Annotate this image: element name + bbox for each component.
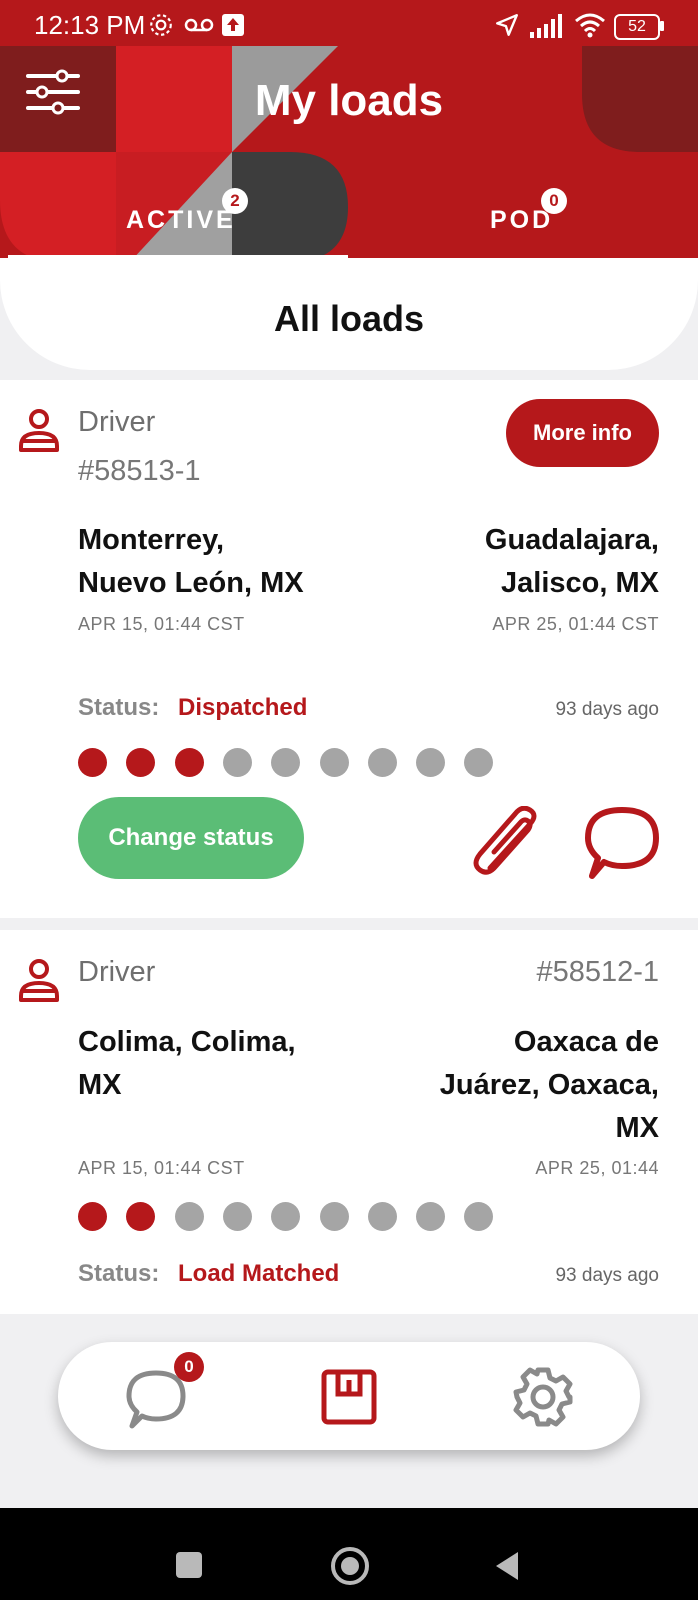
load-id: #58513-1 [78, 455, 201, 487]
progress-dot [367, 748, 397, 777]
status-label: Status: [78, 694, 160, 721]
back-button[interactable] [492, 1550, 522, 1582]
change-status-button[interactable]: Change status [78, 797, 304, 879]
progress-dot [126, 1202, 156, 1231]
nav-loads-icon[interactable] [320, 1368, 378, 1426]
driver-label: Driver [78, 956, 156, 988]
home-button-inner [341, 1557, 359, 1575]
destination-city: Guadalajara, Jalisco, MX [485, 519, 659, 605]
status-label: Status: [78, 1260, 160, 1287]
driver-icon [19, 959, 59, 1002]
progress-dots [78, 1202, 518, 1232]
destination-city: Oaxaca de Juárez, Oaxaca, MX [440, 1021, 659, 1150]
progress-dot [416, 748, 446, 777]
signal-icon [530, 14, 562, 38]
battery-tip [660, 21, 664, 31]
destination-line-3: MX [615, 1112, 660, 1144]
battery-indicator: 52 [614, 14, 660, 40]
tab-active-count: 2 [222, 188, 248, 214]
progress-dot [319, 1202, 349, 1231]
section-title: All loads [273, 298, 425, 339]
status-bar: 12:13 PM 52 [0, 0, 698, 50]
origin-line-2: Nuevo León, MX [78, 567, 304, 599]
progress-dot [126, 748, 156, 777]
recents-button[interactable] [176, 1552, 202, 1578]
attachment-icon[interactable] [470, 806, 550, 878]
system-nav-bar [0, 1508, 698, 1600]
wifi-icon [575, 13, 605, 38]
driver-icon [19, 409, 59, 452]
load-age: 93 days ago [555, 699, 659, 720]
destination-date: APR 25, 01:44 [535, 1158, 659, 1178]
progress-dot [222, 748, 252, 777]
page-title: My loads [254, 76, 444, 125]
origin-city: Monterrey, Nuevo León, MX [78, 519, 304, 605]
status-value: Dispatched [178, 694, 308, 721]
progress-dot [367, 1202, 397, 1231]
destination-line-1: Oaxaca de [513, 1026, 659, 1058]
header: 12:13 PM 52 My loads ACTIVE 2 POD 0 [0, 0, 698, 262]
nav-settings-icon[interactable] [512, 1366, 574, 1428]
origin-date: APR 15, 01:44 CST [78, 614, 245, 634]
destination-line-1: Guadalajara, [484, 524, 659, 556]
progress-dot [78, 748, 107, 777]
tab-active-label: ACTIVE [126, 206, 236, 234]
progress-dot [174, 748, 204, 777]
progress-dot [222, 1202, 252, 1231]
status-value: Load Matched [178, 1260, 340, 1287]
voicemail-icon [184, 18, 214, 32]
load-age: 93 days ago [555, 1265, 659, 1286]
progress-dot [271, 748, 301, 777]
tab-active[interactable]: ACTIVE [8, 196, 348, 256]
progress-dot [464, 1202, 494, 1231]
progress-dot [464, 748, 494, 777]
destination-line-2: Jalisco, MX [501, 567, 659, 599]
driver-label: Driver [78, 406, 156, 438]
progress-dot [78, 1202, 107, 1231]
tab-pod-count: 0 [541, 188, 567, 214]
chat-count-badge: 0 [174, 1352, 204, 1382]
progress-dot [271, 1202, 301, 1231]
status-time: 12:13 PM [34, 10, 146, 40]
location-icon [496, 14, 518, 36]
origin-line-1: Monterrey, [78, 524, 225, 556]
chat-icon[interactable] [582, 804, 662, 880]
destination-date: APR 25, 01:44 CST [492, 614, 659, 634]
tab-pod[interactable]: POD [350, 196, 690, 256]
progress-dot [174, 1202, 204, 1231]
upload-icon [222, 14, 244, 36]
settings-status-icon [150, 14, 172, 36]
section-header: All loads [0, 258, 698, 370]
load-id: #58512-1 [536, 956, 659, 988]
progress-dot [319, 748, 349, 777]
progress-dots [78, 748, 518, 778]
more-info-button[interactable]: More info [506, 399, 659, 467]
home-button[interactable] [331, 1547, 369, 1585]
origin-date: APR 15, 01:44 CST [78, 1158, 245, 1178]
origin-city: Colima, Colima, MX [78, 1021, 296, 1107]
destination-line-2: Juárez, Oaxaca, [439, 1069, 659, 1101]
origin-line-1: Colima, Colima, [78, 1026, 296, 1058]
tab-pod-label: POD [490, 206, 554, 234]
progress-dot [416, 1202, 446, 1231]
origin-line-2: MX [78, 1069, 122, 1101]
